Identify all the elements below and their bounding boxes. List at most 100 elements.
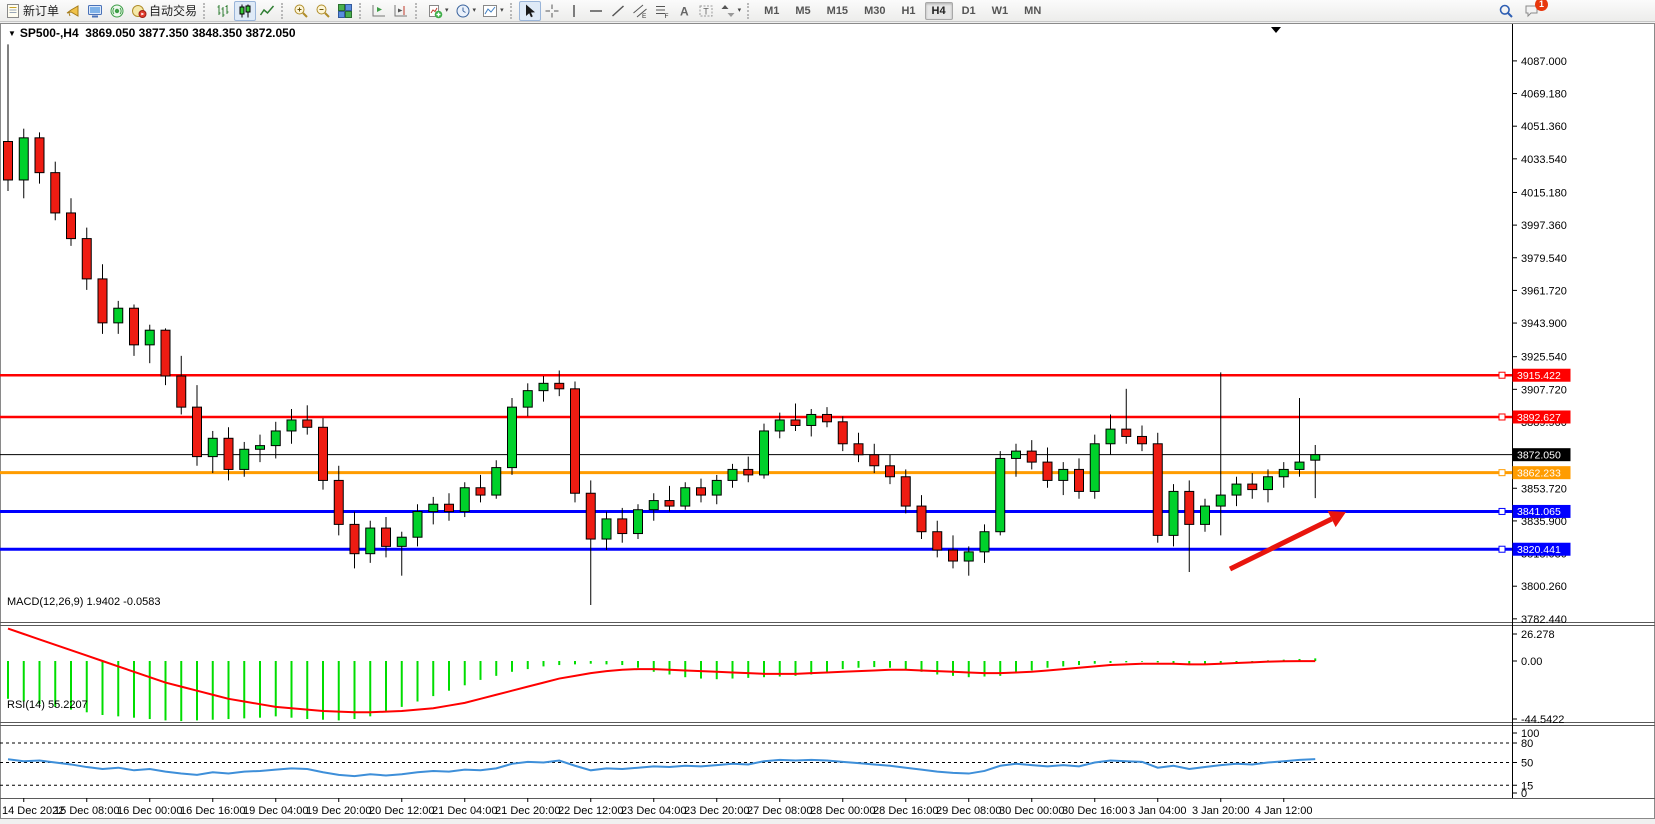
toolbar-separator: [747, 3, 753, 19]
cursor-button[interactable]: [519, 1, 541, 21]
candle-body-bull: [1232, 484, 1241, 495]
candle-body-bear: [838, 422, 847, 444]
level-line-anchor[interactable]: [1499, 414, 1505, 420]
cursor-icon: [522, 3, 538, 19]
time-tick-label: 23 Dec 04:00: [621, 805, 686, 817]
main-toolbar: 新订单 自动交易 ▾ ▾ ▾ EFAT ▾ M1M5M15M30H1H4D1W1MN 1: [0, 0, 1655, 22]
price-tag-label: 3915.422: [1517, 370, 1561, 382]
candle-body-bull: [1169, 491, 1178, 535]
zoom-in-button[interactable]: [290, 1, 312, 21]
candle-body-bear: [224, 438, 233, 469]
timeframe-m30[interactable]: M30: [857, 2, 892, 20]
candle-body-bull: [19, 138, 28, 180]
equidistant-channel-button[interactable]: E: [629, 1, 651, 21]
level-line-anchor[interactable]: [1499, 470, 1505, 476]
timeframe-h1[interactable]: H1: [894, 2, 922, 20]
autotrade-icon: [131, 3, 147, 19]
search-button[interactable]: [1495, 1, 1517, 21]
candle-body-bear: [445, 504, 454, 511]
dropdown-arrow-icon[interactable]: ▾: [445, 7, 449, 14]
candle-body-bull: [1059, 469, 1068, 480]
zoom-out-icon: [315, 3, 331, 19]
trendline-button[interactable]: [607, 1, 629, 21]
candle-body-bear: [870, 455, 879, 466]
dropdown-arrow-icon[interactable]: ▾: [500, 7, 504, 14]
time-tick-label: 28 Dec 00:00: [810, 805, 875, 817]
text-label-button[interactable]: T: [695, 1, 717, 21]
timeframe-m5[interactable]: M5: [788, 2, 817, 20]
candle-body-bull: [1012, 451, 1021, 458]
candle-body-bear: [933, 532, 942, 550]
signals-button[interactable]: [106, 1, 128, 21]
tile-windows-button[interactable]: [334, 1, 356, 21]
horizontal-line-button[interactable]: [585, 1, 607, 21]
candle-body-bear: [586, 493, 595, 539]
time-tick-label: 23 Dec 20:00: [684, 805, 749, 817]
candle-body-bull: [964, 552, 973, 561]
timeframe-h4[interactable]: H4: [925, 2, 953, 20]
indicators-button[interactable]: ▾: [424, 1, 452, 21]
chart-shift-button[interactable]: [390, 1, 412, 21]
sound-alert-button[interactable]: [62, 1, 84, 21]
timeframe-m15[interactable]: M15: [820, 2, 855, 20]
candle-body-bear: [334, 480, 343, 524]
candle-body-bull: [980, 532, 989, 552]
search-icon: [1498, 3, 1514, 19]
timeframe-d1[interactable]: D1: [955, 2, 983, 20]
zoom-out-button[interactable]: [312, 1, 334, 21]
autotrade-button[interactable]: 自动交易: [128, 1, 200, 21]
time-tick-label: 3 Jan 04:00: [1129, 805, 1187, 817]
candle-body-bull: [1295, 462, 1304, 469]
candle-body-bull: [492, 468, 501, 495]
candle-body-bull: [775, 420, 784, 431]
chart-collapse-icon[interactable]: ▼: [8, 29, 16, 38]
fibonacci-button[interactable]: F: [651, 1, 673, 21]
candle-body-bull: [1264, 477, 1273, 490]
notifications-button[interactable]: 1: [1521, 1, 1543, 21]
terminal-button[interactable]: [84, 1, 106, 21]
periods-button[interactable]: ▾: [452, 1, 480, 21]
time-tick-label: 29 Dec 08:00: [936, 805, 1001, 817]
level-line-anchor[interactable]: [1499, 508, 1505, 514]
candle-body-bear: [618, 519, 627, 534]
line-chart-button[interactable]: [256, 1, 278, 21]
candle-body-bull: [1279, 469, 1288, 476]
candle-body-bull: [996, 458, 1005, 531]
templates-button[interactable]: ▾: [479, 1, 507, 21]
candle-body-bear: [555, 383, 564, 388]
level-line-anchor[interactable]: [1499, 546, 1505, 552]
candle-body-bull: [1106, 429, 1115, 444]
candle-body-bear: [1153, 444, 1162, 536]
bar-chart-button[interactable]: [212, 1, 234, 21]
candle-body-bear: [949, 550, 958, 561]
dropdown-arrow-icon[interactable]: ▾: [473, 7, 477, 14]
add-indicator-icon: [427, 3, 443, 19]
crosshair-button[interactable]: [541, 1, 563, 21]
price-tick-label: 4015.180: [1521, 187, 1567, 199]
auto-scroll-button[interactable]: [368, 1, 390, 21]
candle-body-bear: [1043, 462, 1052, 480]
arrows-button[interactable]: ▾: [717, 1, 745, 21]
vertical-line-button[interactable]: [563, 1, 585, 21]
timeframe-w1[interactable]: W1: [985, 2, 1016, 20]
price-tick-label: 3782.440: [1521, 614, 1567, 626]
auto-scroll-icon: [371, 3, 387, 19]
new-order-button[interactable]: 新订单: [2, 1, 62, 21]
timeframe-mn[interactable]: MN: [1017, 2, 1048, 20]
candle-body-bull: [114, 308, 123, 323]
candle-body-bear: [901, 477, 910, 506]
text-button[interactable]: A: [673, 1, 695, 21]
time-tick-label: 16 Dec 16:00: [180, 805, 245, 817]
candle-body-bull: [287, 420, 296, 431]
dropdown-arrow-icon[interactable]: ▾: [738, 7, 742, 14]
timeframe-m1[interactable]: M1: [757, 2, 786, 20]
candle-body-bear: [886, 466, 895, 477]
candle-body-bear: [177, 376, 186, 407]
candle-body-bull: [429, 504, 438, 511]
rsi-tick-label: 0: [1521, 788, 1527, 800]
level-line-anchor[interactable]: [1499, 372, 1505, 378]
svg-text:A: A: [680, 4, 689, 18]
candle-body-bear: [1138, 436, 1147, 443]
candle-chart-button[interactable]: [234, 1, 256, 21]
time-tick-label: 22 Dec 12:00: [558, 805, 623, 817]
